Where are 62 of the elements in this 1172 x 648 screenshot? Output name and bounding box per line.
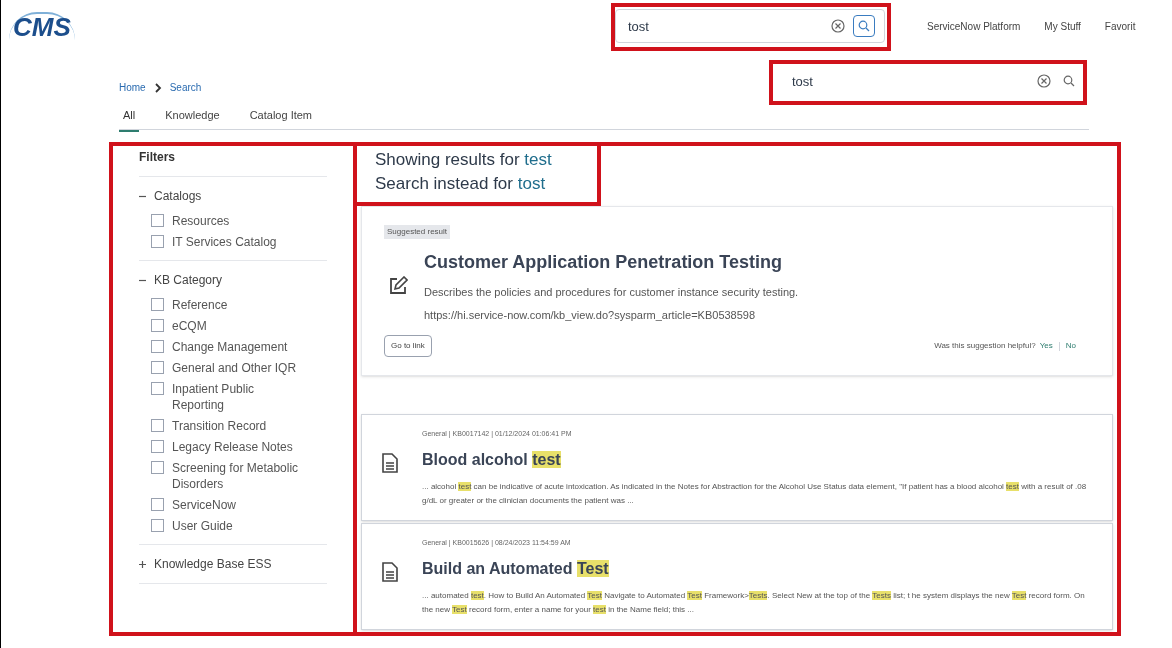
suggested-badge: Suggested result [384,225,451,239]
nav-link[interactable]: My Stuff [1044,18,1081,34]
filter-label: Reference [172,297,229,313]
filters-heading: Filters [139,148,327,177]
checkbox[interactable] [151,298,164,311]
checkbox[interactable] [151,519,164,532]
filter-label: Resources [172,213,231,229]
checkbox[interactable] [151,319,164,332]
checkbox[interactable] [151,498,164,511]
document-icon [382,453,398,473]
term-link[interactable]: tost [517,174,546,193]
filter-label: Transition Record [172,418,268,434]
result-title[interactable]: Blood alcohol test [422,447,1088,472]
checkbox[interactable] [151,461,164,474]
filter-group-toggle[interactable]: Catalogs [154,187,202,205]
checkbox[interactable] [151,419,164,432]
tab[interactable]: Knowledge [161,107,224,132]
result-title[interactable]: Build an Automated Test [422,556,1088,581]
suggestion-title[interactable]: Customer Application Penetration Testing [424,249,799,276]
no-link[interactable]: No [1065,340,1076,352]
chevron-icon [153,82,162,93]
filter-label: Legacy Release Notes [172,439,294,455]
search-field[interactable]: tost [615,9,885,43]
checkbox[interactable] [151,340,164,353]
filter-label: IT Services Catalog [172,234,278,250]
edit-icon [388,276,408,296]
expand-icon[interactable] [139,560,146,568]
search-icon [858,20,870,32]
checkbox[interactable] [151,214,164,227]
filter-group-toggle[interactable]: Knowledge Base ESS [154,555,272,573]
filter-group-toggle[interactable]: KB Category [154,271,223,289]
filter-label: eCQM [172,318,208,334]
checkbox[interactable] [151,361,164,374]
search-icon[interactable] [1063,75,1075,87]
cms-logo[interactable]: CMS [9,12,75,40]
go-to-link-button[interactable]: Go to link [384,335,432,357]
tab[interactable]: Catalog Item [245,107,317,132]
filter-label: User Guide [172,518,234,534]
checkbox[interactable] [151,382,164,395]
breadcrumb-link[interactable]: Home [119,80,146,95]
filter-label: Change Management [172,339,289,355]
nav-link[interactable]: ServiceNow Platform [927,18,1021,34]
filter-label: Screening for Metabolic Disorders [172,460,300,492]
clear-icon[interactable] [1037,74,1051,88]
clear-icon[interactable] [831,19,845,33]
filter-label: ServiceNow [172,497,238,513]
document-icon [382,562,398,582]
yes-link[interactable]: Yes [1039,340,1053,352]
spelling-text: Search instead for tost [375,173,547,195]
filter-label: Inpatient Public Reporting [172,381,256,413]
nav-link[interactable]: Favorit [1104,18,1136,34]
search-button[interactable] [853,15,875,37]
breadcrumb-link[interactable]: Search [169,80,202,95]
checkbox[interactable] [151,440,164,453]
suggestion-description: Describes the policies and procedures for customer instance security testing. [424,285,799,300]
spelling-text: Showing results for test [375,149,553,171]
term-link[interactable]: test [524,150,552,169]
feedback-question: Was this suggestion helpful? [934,340,1036,352]
filter-label: General and Other IQR [172,360,298,376]
suggestion-url[interactable]: https://hi.service-now.com/kb_view.do?sysparm_article=KB0538598 [424,306,799,323]
checkbox[interactable] [151,235,164,248]
tab[interactable]: All [119,107,140,132]
